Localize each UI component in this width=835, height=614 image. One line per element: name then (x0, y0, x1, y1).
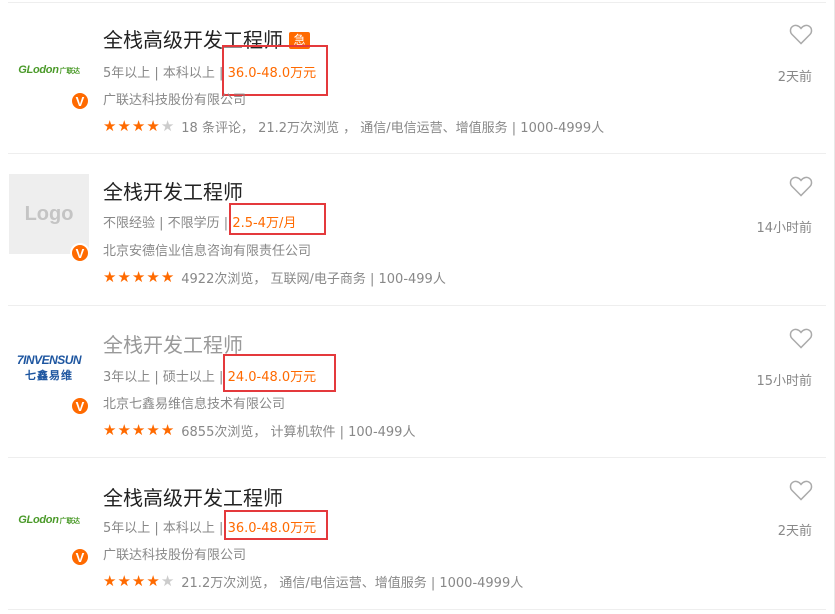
heart-outline-icon[interactable] (789, 479, 813, 501)
salary-highlight-box (223, 354, 336, 392)
star-icon: ★ (117, 117, 131, 135)
star-icon: ★ (131, 268, 146, 286)
v-badge-icon: V (70, 91, 90, 111)
company-info: ★ ★ ★ ★ ★ 21.2万次浏览， 通信/电信运营、增值服务 | 1000-… (103, 572, 524, 592)
rating-stars: ★ ★ ★ ★ ★ (103, 574, 175, 589)
company-name[interactable]: 广联达科技股份有限公司 (103, 89, 246, 108)
v-badge-icon: V (70, 547, 90, 567)
posted-time: 2天前 (777, 70, 812, 85)
rating-stars: ★ ★ ★ ★ ★ (103, 423, 175, 438)
rating-stars: ★ ★ ★ ★ ★ (103, 119, 175, 134)
company-stats: 6855次浏览， 计算机软件 | 100-499人 (181, 425, 416, 440)
star-icon: ★ (160, 421, 175, 439)
v-badge-icon: V (70, 243, 90, 263)
company-info: ★ ★ ★ ★ ★ 4922次浏览， 互联网/电子商务 | 100-499人 (103, 268, 446, 288)
company-stats: 21.2万次浏览， 通信/电信运营、增值服务 | 1000-4999人 (181, 576, 524, 591)
star-icon: ★ (131, 572, 146, 590)
star-icon: ★ (117, 421, 131, 439)
star-icon: ★ (103, 117, 117, 135)
job-title[interactable]: 全栈开发工程师 (103, 176, 243, 205)
star-icon: ★ (117, 268, 131, 286)
star-icon: ★ (146, 268, 160, 286)
company-stats: 18 条评论， 21.2万次浏览 ， 通信/电信运营、增值服务 | 1000-4… (181, 121, 605, 136)
star-icon: ★ (103, 572, 117, 590)
company-name[interactable]: 北京安德信业信息咨询有限责任公司 (103, 240, 311, 259)
job-card[interactable]: Logo V 全栈开发工程师 不限经验 | 不限学历 | 2.5-4万/月 北京… (0, 154, 834, 306)
company-logo[interactable]: Logo (9, 174, 89, 254)
company-logo-text: Logo (24, 202, 74, 225)
star-icon: ★ (131, 117, 146, 135)
posted-time: 14小时前 (756, 221, 812, 236)
divider (8, 609, 826, 610)
company-logo-text: GLodon广联达 (18, 64, 80, 76)
star-icon: ★ (103, 421, 117, 439)
star-icon: ★ (117, 572, 131, 590)
job-card[interactable]: GLodon广联达 V 全栈高级开发工程师急 5年以上 | 本科以上 | 36.… (0, 2, 834, 154)
star-icon: ★ (146, 117, 160, 135)
company-logo-text: GLodon广联达 (18, 514, 80, 526)
company-stats: 4922次浏览， 互联网/电子商务 | 100-499人 (181, 272, 446, 287)
posted-time: 15小时前 (756, 374, 812, 389)
company-info: ★ ★ ★ ★ ★ 18 条评论， 21.2万次浏览 ， 通信/电信运营、增值服… (103, 117, 605, 137)
company-logo-text: 7INVENSUN 七鑫易维 (16, 353, 82, 382)
company-info: ★ ★ ★ ★ ★ 6855次浏览， 计算机软件 | 100-499人 (103, 421, 416, 441)
star-icon: ★ (131, 421, 146, 439)
job-title[interactable]: 全栈高级开发工程师 (103, 482, 283, 511)
posted-time: 2天前 (777, 524, 812, 539)
star-icon: ★ (146, 421, 160, 439)
job-card[interactable]: GLodon广联达 V 全栈高级开发工程师 5年以上 | 本科以上 | 36.0… (0, 458, 834, 610)
heart-outline-icon[interactable] (789, 175, 813, 197)
job-title[interactable]: 全栈开发工程师 (103, 329, 243, 358)
salary-highlight-box (229, 203, 326, 235)
company-name[interactable]: 广联达科技股份有限公司 (103, 544, 246, 563)
rating-stars: ★ ★ ★ ★ ★ (103, 270, 175, 285)
job-list: GLodon广联达 V 全栈高级开发工程师急 5年以上 | 本科以上 | 36.… (0, 0, 835, 614)
heart-outline-icon[interactable] (789, 327, 813, 349)
star-icon: ★ (160, 268, 175, 286)
salary-highlight-box (224, 510, 328, 540)
job-card[interactable]: 7INVENSUN 七鑫易维 V 全栈开发工程师 3年以上 | 硕士以上 | 2… (0, 306, 834, 458)
company-name[interactable]: 北京七鑫易维信息技术有限公司 (103, 393, 285, 412)
heart-outline-icon[interactable] (789, 23, 813, 45)
star-icon: ★ (103, 268, 117, 286)
star-empty-icon: ★ (160, 117, 175, 135)
star-empty-icon: ★ (160, 572, 175, 590)
v-badge-icon: V (70, 396, 90, 416)
star-icon: ★ (146, 572, 160, 590)
